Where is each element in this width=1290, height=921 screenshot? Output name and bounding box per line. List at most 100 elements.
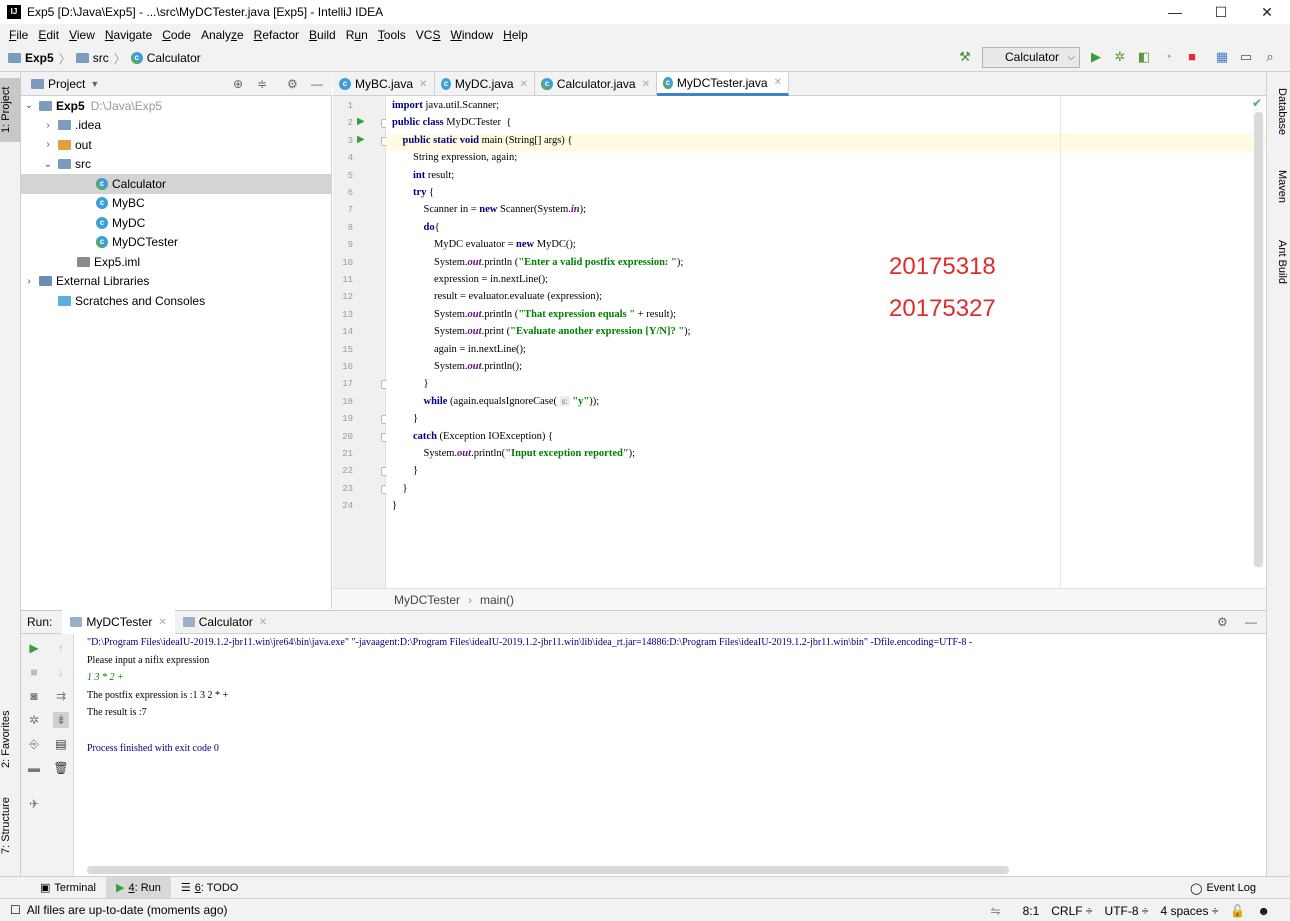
camera-dump-icon[interactable]: ◙ bbox=[26, 688, 42, 704]
menu-item[interactable]: Build bbox=[304, 28, 341, 42]
hide-panel-icon[interactable]: — bbox=[1245, 615, 1257, 629]
close-icon[interactable]: ✕ bbox=[419, 79, 427, 90]
tree-item[interactable]: ⌄ src bbox=[21, 155, 332, 175]
project-view-selector[interactable]: Project bbox=[48, 77, 85, 91]
inspector-icon[interactable]: ☻ bbox=[1257, 904, 1270, 918]
locate-target-icon[interactable]: ⊕ bbox=[233, 77, 243, 91]
gutter-run-icon[interactable]: ▶ bbox=[357, 134, 365, 145]
menu-item[interactable]: Help bbox=[498, 28, 533, 42]
nav-crumb-project[interactable]: Exp5 bbox=[8, 51, 54, 65]
line-separator-select[interactable]: CRLF ÷ bbox=[1051, 904, 1092, 918]
close-icon[interactable]: ✕ bbox=[520, 79, 528, 90]
chevron-down-icon[interactable]: ⌄ bbox=[23, 100, 35, 111]
settings-icon[interactable]: ✲ bbox=[26, 712, 42, 728]
tree-item[interactable]: c MyDCTester bbox=[21, 233, 332, 253]
hide-panel-icon[interactable]: — bbox=[311, 77, 323, 91]
close-icon[interactable]: ✕ bbox=[774, 77, 782, 88]
menu-item[interactable]: Analyze bbox=[196, 28, 249, 42]
encoding-select[interactable]: UTF-8 ÷ bbox=[1105, 904, 1149, 918]
run-icon[interactable]: ▶ bbox=[1088, 49, 1104, 65]
tree-item[interactable]: Exp5.iml bbox=[21, 252, 332, 272]
menu-item[interactable]: Window bbox=[445, 28, 498, 42]
menu-item[interactable]: Navigate bbox=[100, 28, 157, 42]
build-hammer-icon[interactable]: ⚒ bbox=[957, 49, 973, 65]
console-horizontal-scrollbar[interactable] bbox=[87, 866, 1009, 874]
trash-icon[interactable]: 🗑 bbox=[53, 760, 69, 776]
nav-crumb-src[interactable]: src bbox=[75, 51, 109, 65]
menu-item[interactable]: File bbox=[4, 28, 33, 42]
close-icon[interactable]: ✕ bbox=[158, 617, 166, 628]
tree-item[interactable]: Scratches and Consoles bbox=[21, 291, 332, 311]
search-icon[interactable]: ⌕ bbox=[1262, 49, 1278, 65]
chevron-down-icon[interactable]: ⌄ bbox=[42, 159, 54, 170]
menu-item[interactable]: Tools bbox=[373, 28, 411, 42]
ant-build-tool-tab[interactable]: Ant Build bbox=[1270, 232, 1288, 292]
soft-wrap-icon[interactable]: ⇉ bbox=[53, 688, 69, 704]
tree-item[interactable]: c Calculator bbox=[21, 174, 332, 194]
minimize-button[interactable]: — bbox=[1152, 0, 1198, 24]
maven-tool-tab[interactable]: Maven bbox=[1270, 164, 1288, 210]
rerun-icon[interactable]: ▶ bbox=[26, 640, 42, 656]
close-icon[interactable]: ✕ bbox=[642, 79, 650, 90]
chevron-right-icon[interactable]: › bbox=[42, 120, 54, 131]
arrow-down-icon[interactable]: ↓ bbox=[53, 664, 69, 680]
restore-layout-icon[interactable]: ⎆ bbox=[26, 736, 42, 752]
layout-icon[interactable]: ▬ bbox=[26, 760, 42, 776]
scroll-to-end-icon[interactable]: ⇟ bbox=[53, 712, 69, 728]
code-editor[interactable] bbox=[386, 96, 1266, 588]
structure-tool-tab[interactable]: 7: Structure bbox=[0, 788, 21, 864]
breadcrumb-class[interactable]: MyDCTester bbox=[394, 593, 460, 607]
coverage-icon[interactable]: ◧ bbox=[1136, 49, 1152, 65]
indent-select[interactable]: 4 spaces ÷ bbox=[1160, 904, 1218, 918]
run-console-output[interactable]: "D:\Program Files\ideaIU-2019.1.2-jbr11.… bbox=[75, 634, 1266, 876]
debug-bug-icon[interactable]: ✲ bbox=[1112, 49, 1128, 65]
run-tab-mydctester[interactable]: MyDCTester ✕ bbox=[62, 610, 175, 634]
menu-item[interactable]: Run bbox=[341, 28, 373, 42]
print-icon[interactable]: ▤ bbox=[53, 736, 69, 752]
tree-item[interactable]: c MyDC bbox=[21, 213, 332, 233]
gutter-run-icon[interactable]: ▶ bbox=[357, 116, 365, 127]
chevron-right-icon[interactable]: › bbox=[23, 276, 35, 287]
favorites-tool-tab[interactable]: 2: Favorites bbox=[0, 700, 21, 778]
event-log-tool-tab[interactable]: ◯ Event Log bbox=[1190, 877, 1256, 899]
window-layout-icon[interactable]: ▭ bbox=[1238, 49, 1254, 65]
editor-tab[interactable]: c MyBC.java ✕ bbox=[333, 72, 435, 96]
gear-icon[interactable]: ⚙ bbox=[1217, 615, 1228, 629]
tree-item[interactable]: ⌄ Exp5 D:\Java\Exp5 bbox=[21, 96, 332, 116]
menu-item[interactable]: Refactor bbox=[249, 28, 304, 42]
profile-icon[interactable]: ◔ bbox=[1160, 49, 1176, 65]
tree-item[interactable]: › .idea bbox=[21, 116, 332, 136]
lock-icon[interactable]: 🔓 bbox=[1230, 904, 1245, 918]
menu-item[interactable]: Code bbox=[157, 28, 196, 42]
editor-scroll-thumb[interactable] bbox=[1254, 112, 1263, 567]
close-window-button[interactable]: ✕ bbox=[1244, 0, 1290, 24]
toggle-tool-windows-icon[interactable]: ☐ bbox=[10, 903, 21, 917]
editor-tab[interactable]: c MyDC.java ✕ bbox=[435, 72, 535, 96]
stop-icon[interactable]: ■ bbox=[1184, 49, 1200, 65]
terminal-tool-tab[interactable]: ▣ Terminal bbox=[30, 877, 106, 899]
menu-item[interactable]: VCS bbox=[411, 28, 446, 42]
stop-icon[interactable]: ■ bbox=[26, 664, 42, 680]
project-structure-icon[interactable]: ▦ bbox=[1214, 49, 1230, 65]
run-tab-calculator[interactable]: Calculator ✕ bbox=[175, 610, 275, 634]
menu-item[interactable]: Edit bbox=[33, 28, 64, 42]
run-configuration-select[interactable]: Calculator ⌵ bbox=[982, 47, 1080, 68]
close-icon[interactable]: ✕ bbox=[259, 617, 267, 628]
todo-tool-tab[interactable]: ☰ 6: TODO bbox=[171, 877, 249, 899]
pin-icon[interactable]: ✈ bbox=[26, 796, 42, 812]
gear-icon[interactable]: ⚙ bbox=[287, 77, 298, 91]
editor-tab[interactable]: c Calculator.java ✕ bbox=[535, 72, 657, 96]
caret-position[interactable]: 8:1 bbox=[1023, 904, 1040, 918]
tree-item[interactable]: › External Libraries bbox=[21, 272, 332, 292]
tree-item[interactable]: c MyBC bbox=[21, 194, 332, 214]
tree-item[interactable]: › out bbox=[21, 135, 332, 155]
menu-item[interactable]: View bbox=[64, 28, 100, 42]
collapse-all-icon[interactable]: ≑ bbox=[257, 77, 267, 91]
maximize-button[interactable]: ☐ bbox=[1198, 0, 1244, 24]
breadcrumb-method[interactable]: main() bbox=[480, 593, 514, 607]
run-tool-tab[interactable]: ▶ 4: Run bbox=[105, 876, 171, 899]
arrow-up-icon[interactable]: ↑ bbox=[53, 640, 69, 656]
chevron-right-icon[interactable]: › bbox=[42, 139, 54, 150]
database-tool-tab[interactable]: Database bbox=[1270, 82, 1288, 142]
nav-crumb-calculator[interactable]: c Calculator bbox=[130, 51, 201, 65]
